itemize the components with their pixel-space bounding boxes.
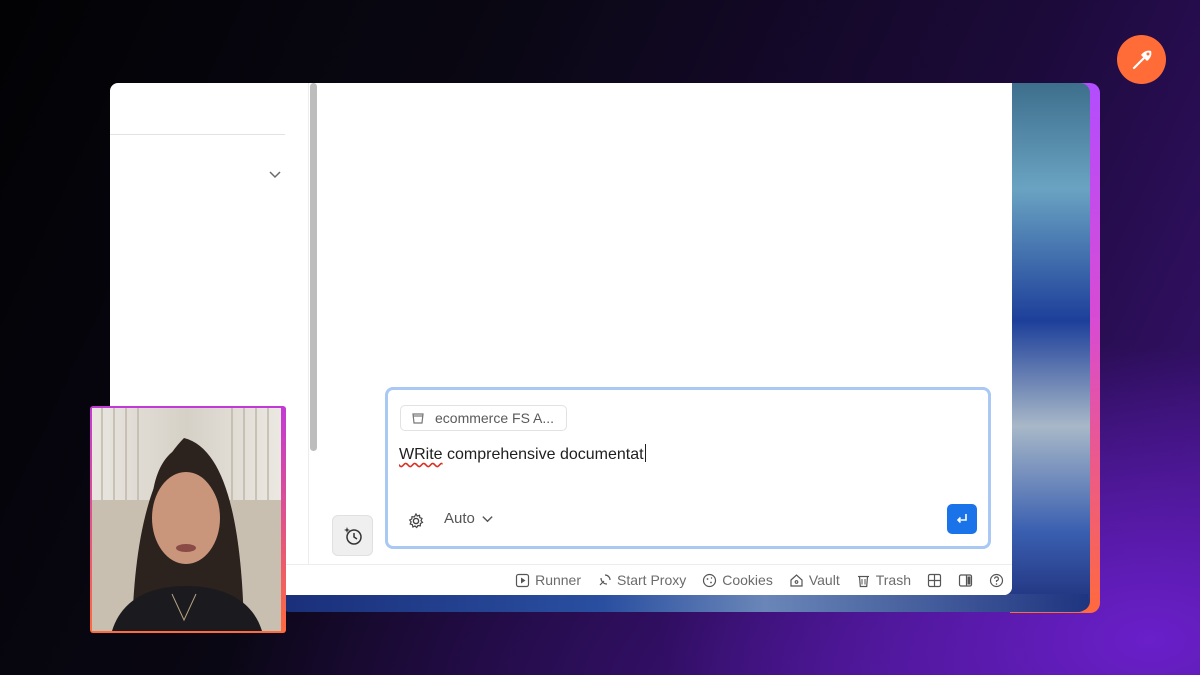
ai-prompt-box[interactable]: ecommerce FS A... WRite comprehensive do… [385,387,991,549]
sidebar-divider [110,134,285,135]
context-chip-label: ecommerce FS A... [435,410,555,426]
cookies-label: Cookies [722,572,773,588]
runner-label: Runner [535,572,581,588]
help-icon [989,573,1004,587]
vault-label: Vault [808,572,840,588]
two-pane-icon [958,573,973,587]
vault-button[interactable]: Vault [789,572,840,588]
send-button[interactable] [947,504,977,534]
play-icon [515,573,530,587]
context-chip[interactable]: ecommerce FS A... [400,405,568,431]
text-caret [644,444,646,462]
mode-label: Auto [444,510,475,527]
two-pane-toggle-button[interactable] [958,573,973,588]
trash-label: Trash [875,572,911,588]
start-proxy-button[interactable]: Start Proxy [597,572,686,588]
webcam-feed [92,408,281,631]
misspelled-word: WRite [399,446,443,463]
prompt-text-rest: comprehensive documentat [442,446,644,463]
help-button[interactable] [989,573,1004,588]
trash-button[interactable]: Trash [856,572,911,588]
desktop-wallpaper [1000,83,1090,611]
gear-icon[interactable] [407,512,425,530]
sidebar-scrollbar[interactable] [310,83,317,451]
cookies-button[interactable]: Cookies [702,572,773,588]
runner-button[interactable]: Runner [515,572,581,588]
chevron-down-icon[interactable] [268,167,282,181]
sparkle-history-icon [343,526,362,545]
mode-select[interactable]: Auto [444,510,494,527]
status-bar: Runner Start Proxy Cookies Vault Trash [285,564,1012,595]
postman-logo [1117,35,1166,84]
ai-history-button[interactable] [332,515,373,556]
vault-icon [790,573,803,587]
presenter-video [92,408,281,631]
enter-icon [956,514,967,524]
grid-layout-icon [927,573,942,587]
rocket-icon [1132,50,1151,69]
start-proxy-label: Start Proxy [617,572,687,588]
prompt-input[interactable]: WRite comprehensive documentat [399,444,646,464]
trash-icon [857,575,869,587]
desktop-wallpaper-bottom [280,594,1088,612]
collection-icon [412,413,424,424]
cookie-icon [703,573,717,587]
chevron-down-icon [482,516,493,523]
layout-toggle-button[interactable] [927,573,942,588]
satellite-icon [599,573,611,585]
